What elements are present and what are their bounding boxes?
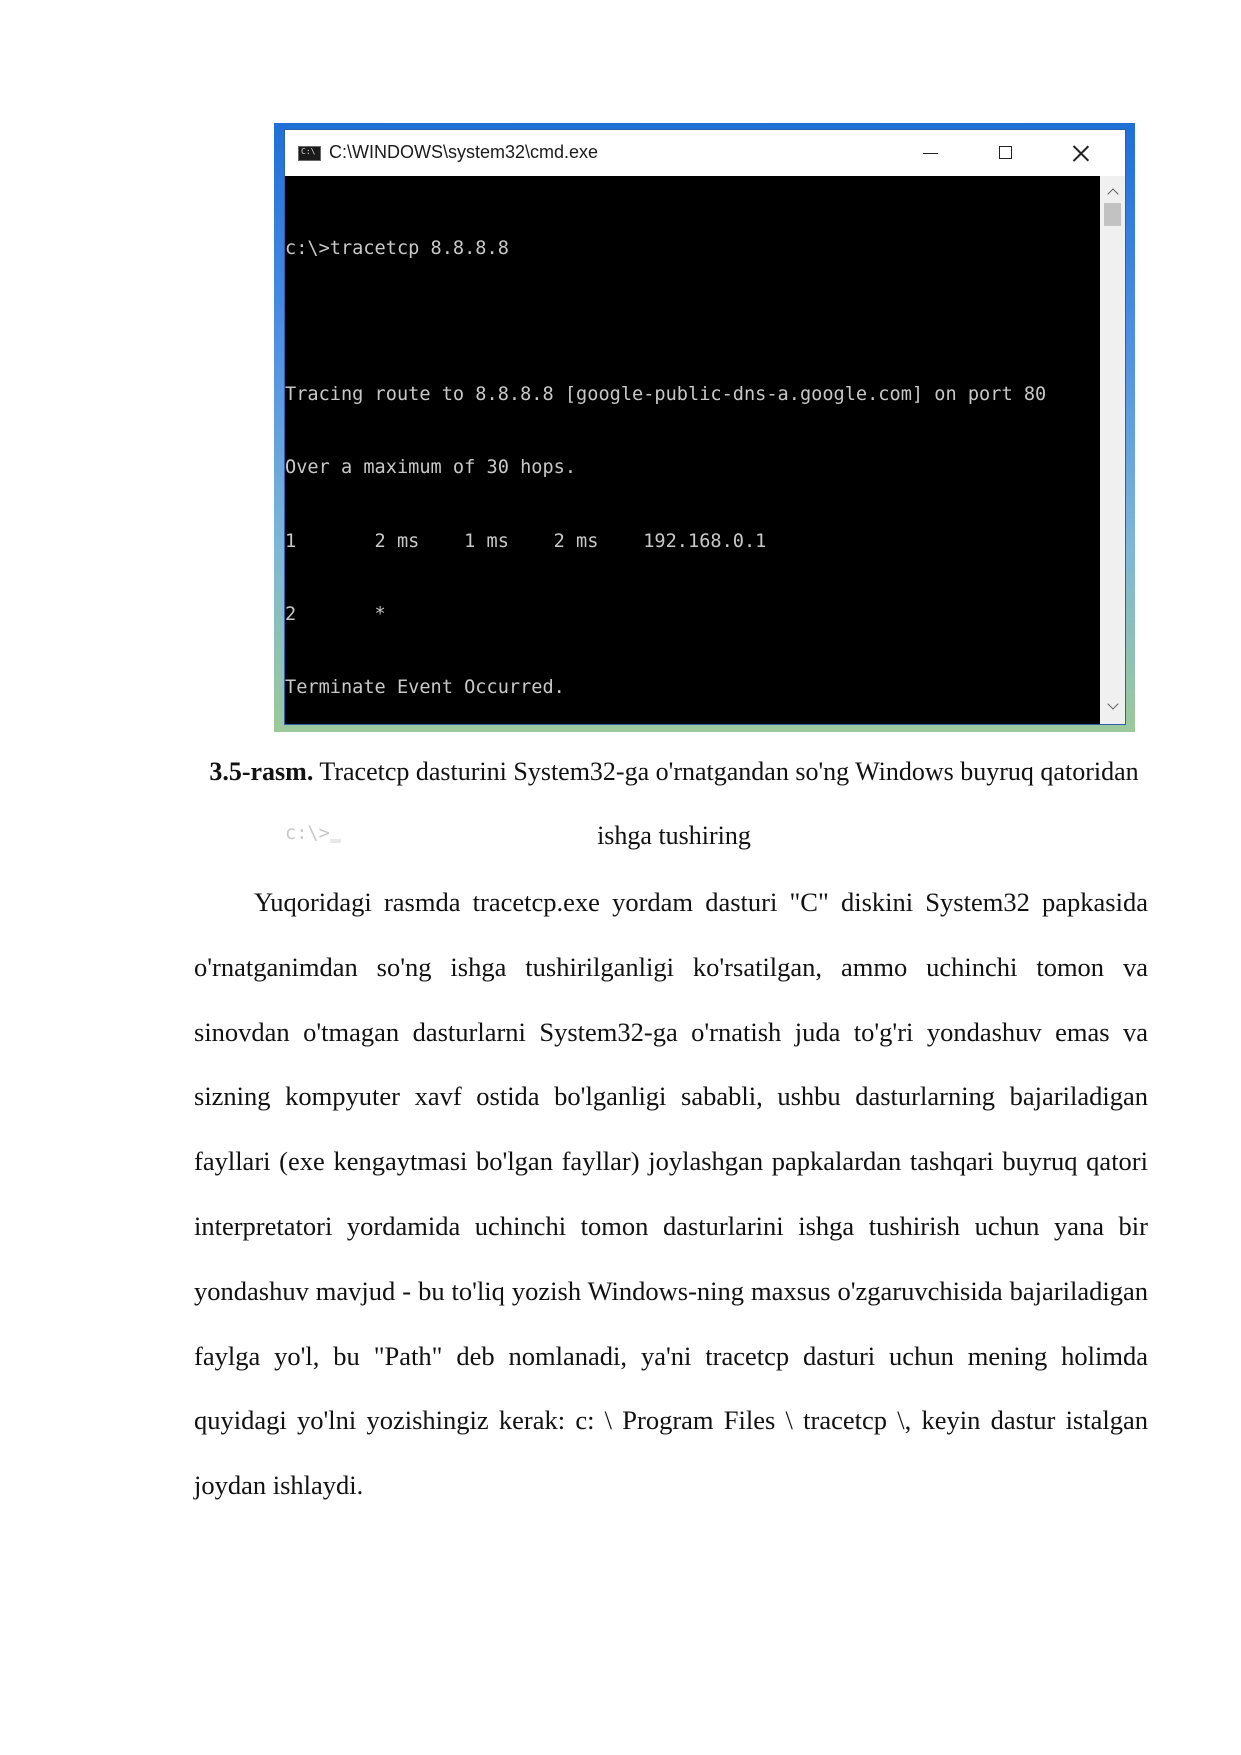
caption-label: 3.5-rasm.	[209, 757, 314, 786]
maximize-icon[interactable]	[985, 138, 1025, 168]
cmd-app-icon	[298, 146, 321, 161]
console-line: Terminate Event Occurred.	[285, 677, 565, 699]
figure-caption: 3.5-rasm. Tracetcp dasturini System32-ga…	[194, 740, 1154, 868]
console-output[interactable]: c:\>tracetcp 8.8.8.8 Tracing route to 8.…	[285, 176, 1100, 844]
document-page: C:\WINDOWS\system32\cmd.exe c:\>tracetcp…	[0, 0, 1241, 1755]
screenshot-figure: C:\WINDOWS\system32\cmd.exe c:\>tracetcp…	[274, 123, 1135, 844]
cmd-window: C:\WINDOWS\system32\cmd.exe c:\>tracetcp…	[285, 130, 1125, 844]
console-line: c:\>tracetcp 8.8.8.8	[285, 237, 509, 259]
window-titlebar[interactable]: C:\WINDOWS\system32\cmd.exe	[285, 130, 1125, 176]
scroll-up-arrow-icon[interactable]	[1106, 186, 1119, 198]
window-title: C:\WINDOWS\system32\cmd.exe	[329, 142, 599, 162]
console-line: Over a maximum of 30 hops.	[285, 457, 577, 479]
scrollbar-thumb[interactable]	[1104, 203, 1121, 226]
body-paragraph: Yuqoridagi rasmda tracetcp.exe yordam da…	[194, 887, 1148, 1501]
console-line: 1 2 ms 1 ms 2 ms 192.168.0.1	[285, 530, 767, 552]
console-line: 2 *	[285, 603, 386, 625]
minimize-icon[interactable]	[909, 138, 949, 168]
scroll-down-arrow-icon[interactable]	[1106, 700, 1119, 712]
close-icon[interactable]	[1061, 138, 1101, 168]
caption-text: Tracetcp dasturini System32-ga o'rnatgan…	[313, 757, 1139, 850]
vertical-scrollbar[interactable]	[1100, 176, 1125, 724]
console-line: Tracing route to 8.8.8.8 [google-public-…	[285, 384, 1047, 406]
